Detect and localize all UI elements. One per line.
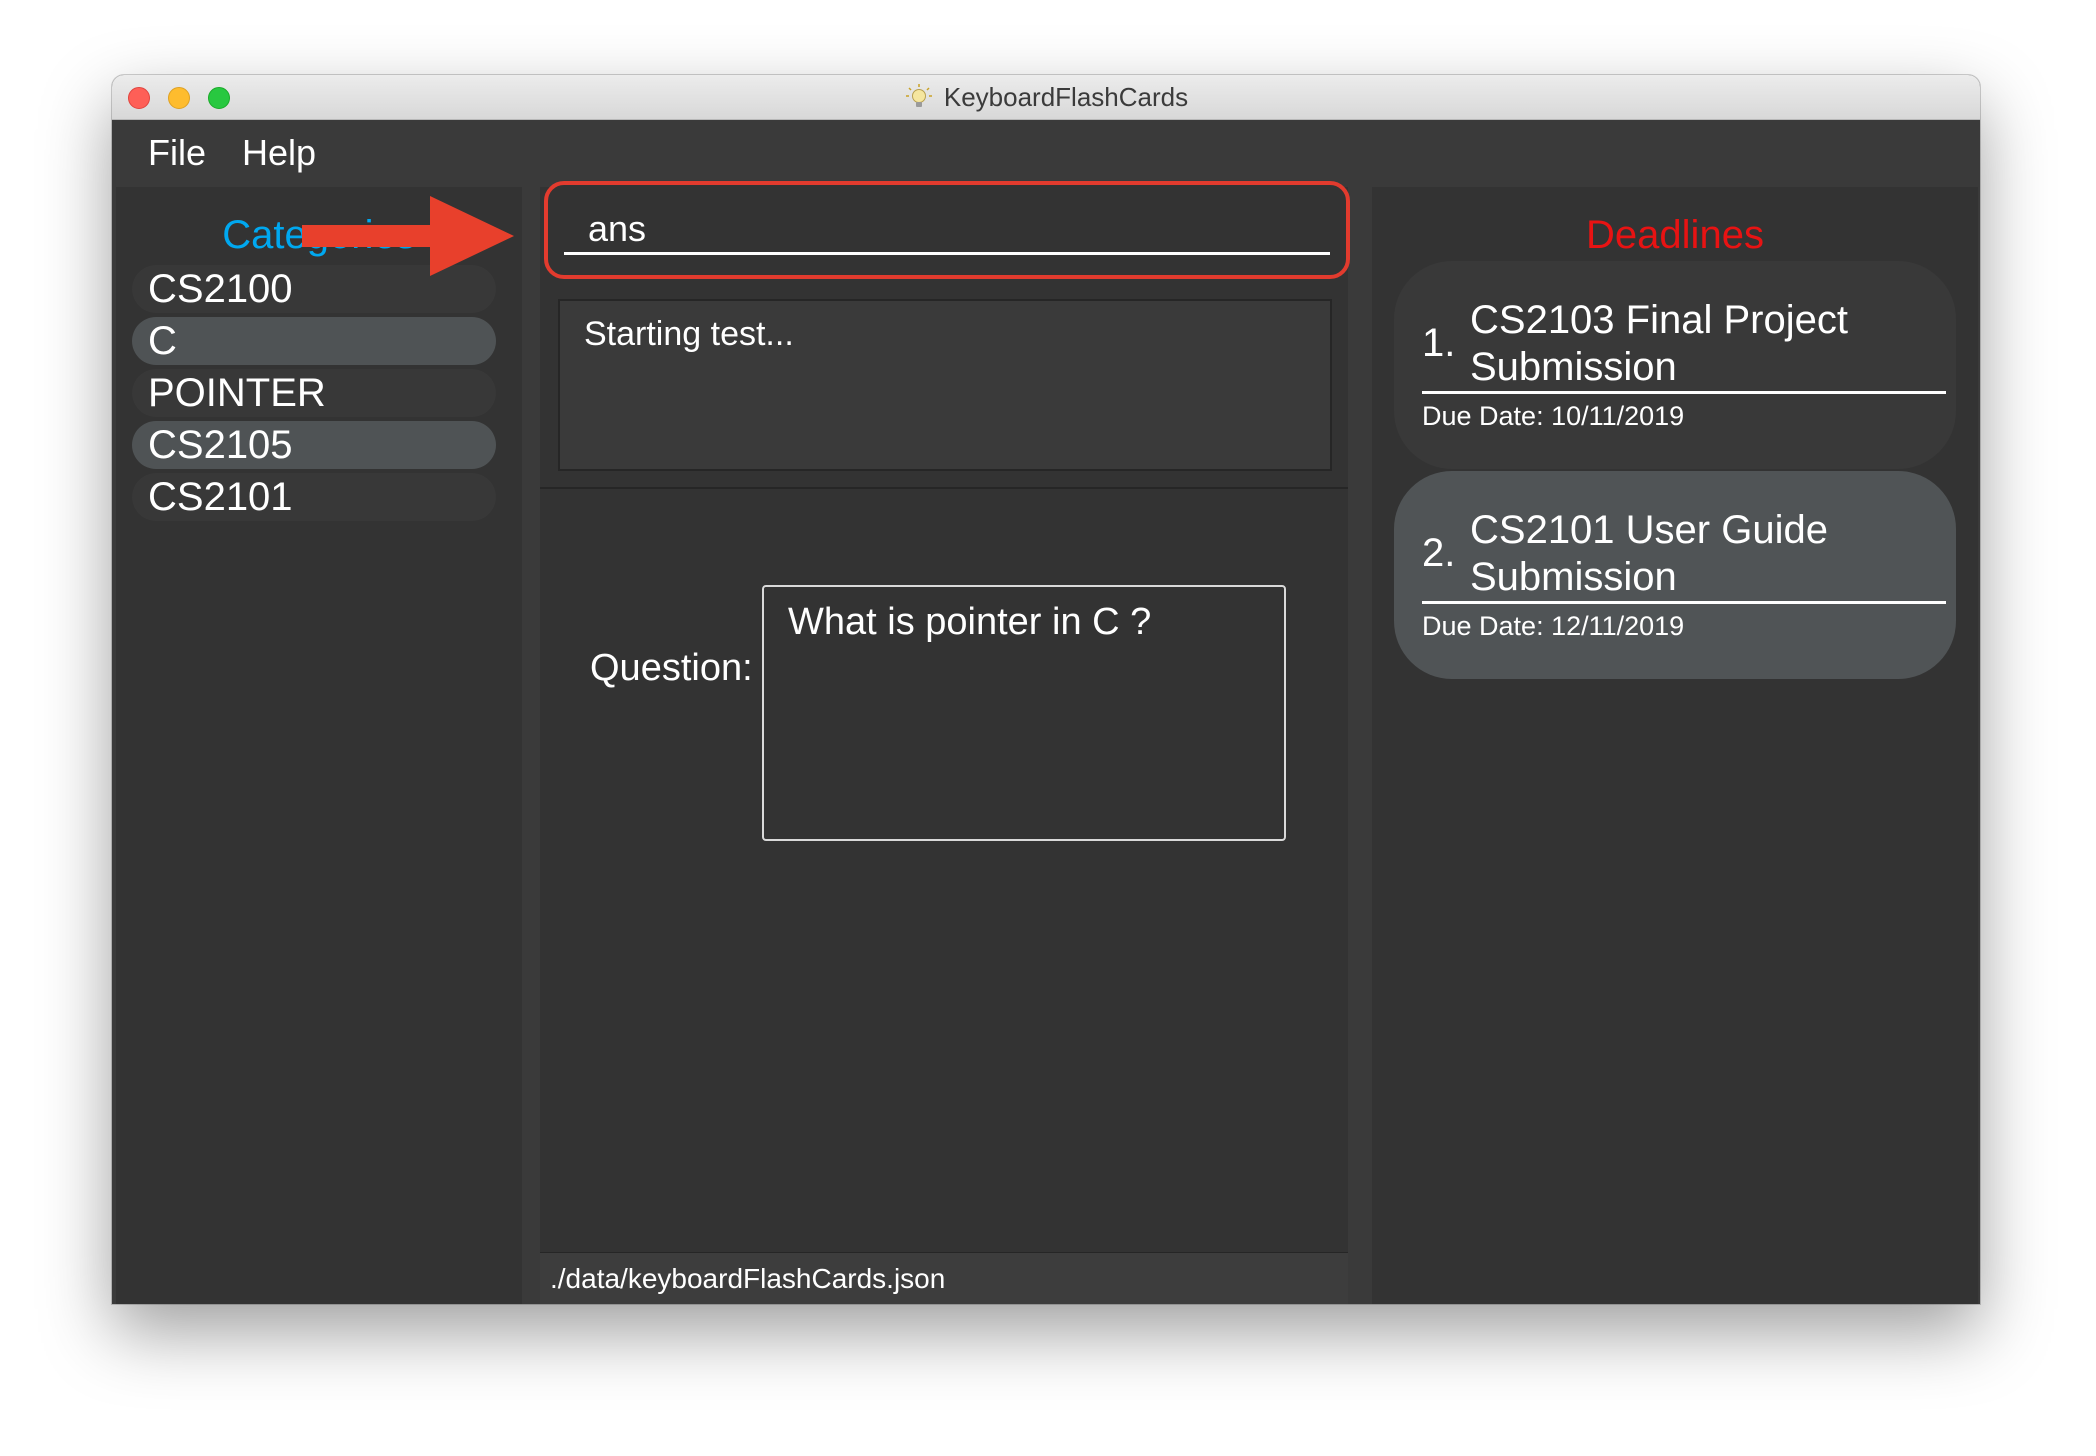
deadline-underline [1422,391,1946,394]
lightbulb-icon [904,82,934,112]
deadline-due-date: Due Date: 12/11/2019 [1422,611,1685,641]
deadline-underline [1422,601,1946,604]
annotation-arrow-icon [302,196,514,276]
panel-divider [540,487,1348,489]
deadline-index: 2. [1422,531,1456,575]
command-box [544,181,1350,279]
deadlines-panel: Deadlines 1. CS2103 Final Project Submis… [1372,187,1978,1304]
deadline-name: CS2103 Final Project Submission [1470,298,1848,389]
deadline-card[interactable]: 1. CS2103 Final Project Submission Due D… [1394,261,1956,469]
category-item-cs2105[interactable]: CS2105 [132,421,496,469]
result-display: Starting test... [558,299,1332,471]
question-display: What is pointer in C ? [762,585,1286,841]
deadline-due-date: Due Date: 10/11/2019 [1422,401,1685,431]
category-item-c[interactable]: C [132,317,496,365]
question-label: Question: [590,647,753,689]
deadline-index: 1. [1422,321,1456,365]
categories-panel: Categories CS2100 C POINTER CS2105 CS210… [116,187,522,1304]
category-item-pointer[interactable]: POINTER [132,369,496,417]
category-item-cs2101[interactable]: CS2101 [132,473,496,521]
menu-bar: File Help [112,120,1980,182]
command-input[interactable] [564,205,1330,255]
main-panel: Starting test... Question: What is point… [540,181,1350,1304]
title-bar: KeyboardFlashCards [112,75,1980,120]
menu-file[interactable]: File [148,132,206,174]
window-title: KeyboardFlashCards [943,81,1189,112]
deadlines-title: Deadlines [1586,213,1764,257]
status-bar-file-path: ./data/keyboardFlashCards.json [540,1252,1348,1304]
menu-help[interactable]: Help [242,132,316,174]
deadline-card[interactable]: 2. CS2101 User Guide Submission Due Date… [1394,471,1956,679]
deadline-name: CS2101 User Guide Submission [1470,508,1828,599]
